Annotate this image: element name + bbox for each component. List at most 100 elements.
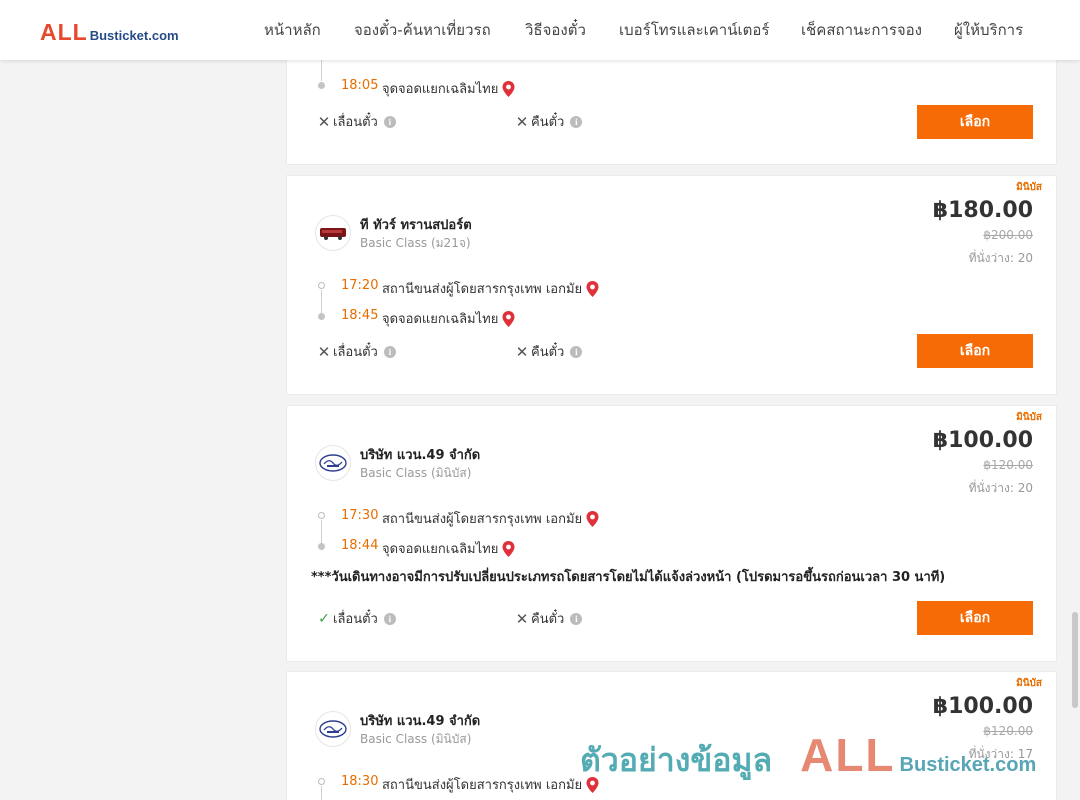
depart-place-label: สถานีขนส่งผู้โดยสารกรุงเทพ เอกมัย — [382, 512, 583, 527]
operator-logo — [315, 215, 351, 251]
bus-type-tag: มินิบัส — [1016, 412, 1042, 423]
map-pin-icon[interactable] — [586, 280, 599, 297]
arrive-place: จุดจอดแยกเฉลิมไทย — [382, 538, 515, 559]
bus-class: Basic Class (มินิบัส) — [360, 732, 472, 746]
policy-change-label: เลื่อนตั๋ว — [333, 115, 378, 130]
select-trip-button[interactable]: เลือก — [917, 601, 1033, 635]
info-icon[interactable]: i — [570, 612, 583, 625]
sample-watermark: ตัวอย่างข้อมูล ALL Busticket.com — [580, 728, 1036, 786]
watermark-busticket: Busticket.com — [899, 754, 1037, 776]
arrive-place: จุดจอดแยกเฉลิมไทย — [382, 308, 515, 329]
trip-card: มินิบัส บริษัท แวน.49 จำกัด Basic Class … — [286, 405, 1057, 662]
policy-change-label: เลื่อนตั๋ว — [333, 612, 378, 627]
watermark-all: ALL — [800, 729, 896, 781]
arrive-place-label: จุดจอดแยกเฉลิมไทย — [382, 542, 499, 557]
depart-place: สถานีขนส่งผู้โดยสารกรุงเทพ เอกมัย — [382, 508, 599, 529]
price: ฿100.00 — [932, 428, 1033, 453]
nav-howto[interactable]: วิธีจองตั๋ว — [525, 18, 586, 42]
operator-name: ที ทัวร์ ทรานสปอร์ต — [360, 218, 472, 233]
old-price: ฿200.00 — [983, 228, 1033, 242]
info-icon[interactable]: i — [383, 612, 396, 625]
operator-logo — [315, 445, 351, 481]
nav-home[interactable]: หน้าหลัก — [264, 18, 321, 42]
timeline-line — [321, 290, 322, 313]
timeline-line — [321, 57, 322, 81]
timeline-line — [321, 520, 322, 543]
map-pin-icon[interactable] — [502, 540, 515, 557]
timeline-dot-arrive — [318, 82, 325, 89]
select-trip-button[interactable]: เลือก — [917, 334, 1033, 368]
arrive-time: 18:45 — [341, 308, 379, 323]
logo-busticket: Busticket.com — [89, 28, 179, 43]
operator-name: บริษัท แวน.49 จำกัด — [360, 448, 481, 463]
policy-refund-label: คืนตั๋ว — [531, 612, 565, 627]
depart-time: 17:20 — [341, 278, 379, 293]
depart-time: 18:30 — [341, 774, 379, 789]
site-logo[interactable]: ALL Busticket.com — [40, 19, 179, 46]
map-pin-icon[interactable] — [502, 80, 515, 97]
trip-card: มินิบัส ที ทัวร์ ทรานสปอร์ต Basic Class … — [286, 175, 1057, 395]
nav-check-status[interactable]: เช็คสถานะการจอง — [801, 18, 922, 42]
nav-booking[interactable]: จองตั๋ว-ค้นหาเที่ยวรถ — [354, 18, 491, 42]
policy-refund: ✕ คืนตั๋ว i — [515, 111, 583, 132]
bus-type-tag: มินิบัส — [1016, 182, 1042, 193]
policy-change: ✕ เลื่อนตั๋ว i — [317, 341, 396, 362]
bus-type-tag: มินิบัส — [1016, 678, 1042, 689]
map-pin-icon[interactable] — [502, 310, 515, 327]
timeline-line — [321, 786, 322, 800]
seats-available: ที่นั่งว่าง: 20 — [968, 251, 1033, 265]
price: ฿100.00 — [932, 694, 1033, 719]
info-icon[interactable]: i — [570, 115, 583, 128]
arrive-place-label: จุดจอดแยกเฉลิมไทย — [382, 312, 499, 327]
map-pin-icon[interactable] — [586, 510, 599, 527]
operator-name: บริษัท แวน.49 จำกัด — [360, 714, 481, 729]
old-price: ฿120.00 — [983, 458, 1033, 472]
info-icon[interactable]: i — [570, 345, 583, 358]
van-logo-icon — [319, 454, 347, 472]
depart-place: สถานีขนส่งผู้โดยสารกรุงเทพ เอกมัย — [382, 278, 599, 299]
policy-change: ✓ เลื่อนตั๋ว i — [317, 608, 396, 629]
logo-all: ALL — [40, 19, 88, 45]
policy-refund: ✕ คืนตั๋ว i — [515, 608, 583, 629]
policy-change: ✕ เลื่อนตั๋ว i — [317, 111, 396, 132]
timeline-dot-arrive — [318, 313, 325, 320]
site-header: ALL Busticket.com หน้าหลัก จองตั๋ว-ค้นหา… — [0, 0, 1080, 60]
bus-class: Basic Class (ม21จ) — [360, 236, 471, 250]
depart-place-label: สถานีขนส่งผู้โดยสารกรุงเทพ เอกมัย — [382, 778, 583, 793]
price: ฿180.00 — [932, 198, 1033, 223]
scrollbar-thumb[interactable] — [1072, 612, 1078, 708]
watermark-text: ตัวอย่างข้อมูล — [580, 741, 773, 779]
cross-icon: ✕ — [317, 112, 331, 131]
timeline-dot-depart — [318, 512, 325, 519]
select-trip-button[interactable]: เลือก — [917, 105, 1033, 139]
operator-logo — [315, 711, 351, 747]
arrive-time: 18:05 — [341, 78, 379, 93]
cross-icon: ✕ — [515, 342, 529, 361]
cross-icon: ✕ — [515, 609, 529, 628]
timeline-dot-depart — [318, 282, 325, 289]
arrive-place-label: จุดจอดแยกเฉลิมไทย — [382, 82, 499, 97]
cross-icon: ✕ — [515, 112, 529, 131]
policy-refund: ✕ คืนตั๋ว i — [515, 341, 583, 362]
bus-class: Basic Class (มินิบัส) — [360, 466, 472, 480]
timeline-dot-arrive — [318, 543, 325, 550]
nav-contact[interactable]: เบอร์โทรและเคาน์เตอร์ — [619, 18, 769, 42]
arrive-place: จุดจอดแยกเฉลิมไทย — [382, 78, 515, 99]
trip-notice: ***วันเดินทางอาจมีการปรับเปลี่ยนประเภทรถ… — [311, 570, 946, 585]
policy-refund-label: คืนตั๋ว — [531, 345, 565, 360]
van-logo-icon — [319, 720, 347, 738]
info-icon[interactable]: i — [383, 115, 396, 128]
depart-place: สถานีขนส่งผู้โดยสารกรุงเทพ เอกมัย — [382, 774, 599, 795]
seats-available: ที่นั่งว่าง: 20 — [968, 481, 1033, 495]
policy-refund-label: คืนตั๋ว — [531, 115, 565, 130]
bus-logo-icon — [320, 228, 346, 240]
depart-place-label: สถานีขนส่งผู้โดยสารกรุงเทพ เอกมัย — [382, 282, 583, 297]
timeline-dot-depart — [318, 778, 325, 785]
nav-operators[interactable]: ผู้ให้บริการ — [954, 18, 1023, 42]
info-icon[interactable]: i — [383, 345, 396, 358]
policy-change-label: เลื่อนตั๋ว — [333, 345, 378, 360]
check-icon: ✓ — [318, 610, 330, 627]
depart-time: 17:30 — [341, 508, 379, 523]
arrive-time: 18:44 — [341, 538, 379, 553]
cross-icon: ✕ — [317, 342, 331, 361]
